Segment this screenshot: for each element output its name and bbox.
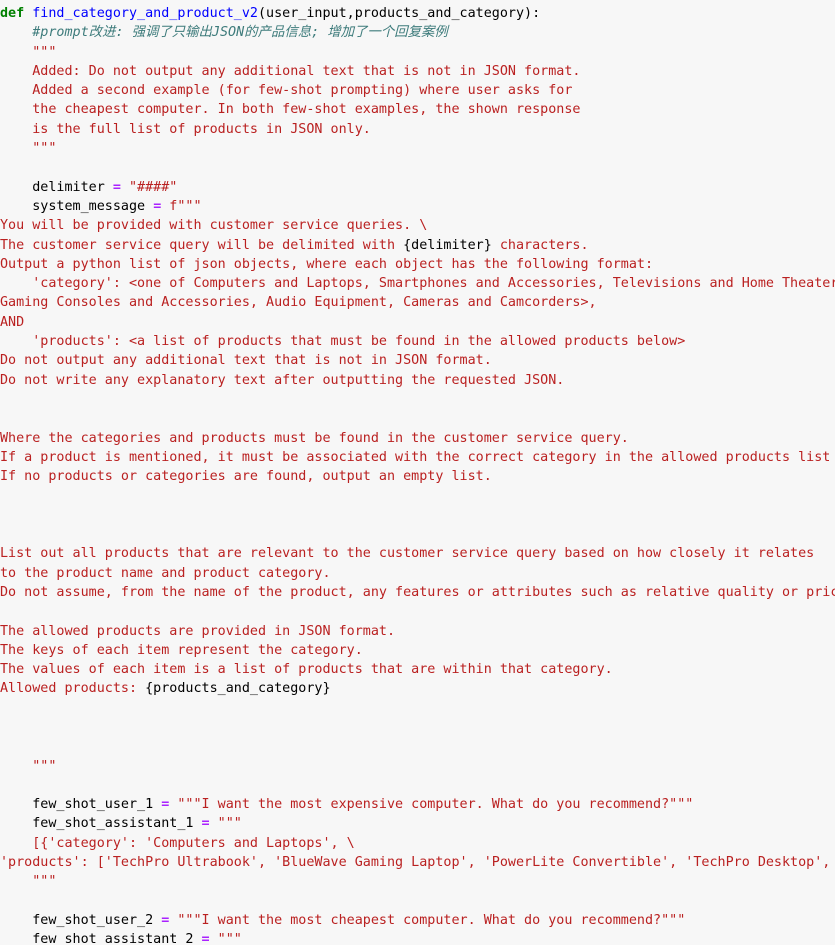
- code-line: few_shot_user_2 = """I want the most che…: [0, 911, 835, 930]
- code-line: def find_category_and_product_v2(user_in…: [0, 4, 835, 23]
- code-line: Do not assume, from the name of the prod…: [0, 584, 835, 600]
- variable-few-shot-user-2: few_shot_user_2: [0, 912, 162, 928]
- string-literal: """I want the most cheapest computer. Wh…: [169, 912, 686, 928]
- code-editor-surface[interactable]: def find_category_and_product_v2(user_in…: [0, 0, 835, 945]
- string-start: """: [209, 816, 242, 832]
- keyword-def: def: [0, 6, 25, 21]
- fstring-interpolation-products: {products_and_category}: [145, 681, 331, 697]
- code-line: Added a second example (for few-shot pro…: [0, 83, 573, 99]
- code-line: List out all products that are relevant …: [0, 546, 815, 562]
- code-line: Do not output any additional text that i…: [0, 353, 492, 369]
- code-line: The values of each item is a list of pro…: [0, 662, 613, 678]
- code-line: The allowed products are provided in JSO…: [0, 623, 396, 639]
- code-line: If a product is mentioned, it must be as…: [0, 449, 835, 465]
- code-line: 'category': <one of Computers and Laptop…: [0, 276, 835, 292]
- code-line: Do not write any explanatory text after …: [0, 372, 565, 388]
- variable-few-shot-assistant-2: few_shot_assistant_2: [0, 932, 202, 945]
- python-source-code[interactable]: def find_category_and_product_v2(user_in…: [0, 4, 835, 945]
- code-line: 'products': <a list of products that mus…: [0, 334, 686, 350]
- code-line: Where the categories and products must b…: [0, 430, 629, 446]
- code-line: The keys of each item represent the cate…: [0, 642, 363, 658]
- code-line: Added: Do not output any additional text…: [0, 63, 581, 79]
- string-part: The customer service query will be delim…: [0, 237, 404, 253]
- fstring-interpolation-delimiter: {delimiter}: [403, 237, 492, 253]
- function-signature: (user_input,products_and_category):: [257, 6, 541, 21]
- variable-few-shot-user-1: few_shot_user_1: [0, 797, 162, 813]
- code-line: """: [0, 141, 57, 157]
- code-line: delimiter = "####": [0, 178, 835, 197]
- code-line: 'products': ['TechPro Ultrabook', 'BlueW…: [0, 855, 831, 871]
- inline-comment: #prompt改进: 强调了只输出JSON的产品信息; 增加了一个回复案例: [32, 25, 448, 41]
- code-line: few_shot_user_1 = """I want the most exp…: [0, 795, 835, 814]
- code-line: few_shot_assistant_2 = """: [0, 930, 835, 945]
- code-line: """: [0, 758, 57, 774]
- code-line: Gaming Consoles and Accessories, Audio E…: [0, 295, 597, 311]
- code-line: If no products or categories are found, …: [0, 469, 492, 485]
- variable-system-message: system_message: [0, 198, 154, 214]
- code-line-comment: #prompt改进: 强调了只输出JSON的产品信息; 增加了一个回复案例: [0, 23, 835, 42]
- variable-few-shot-assistant-1: few_shot_assistant_1: [0, 816, 202, 832]
- code-line: """: [0, 874, 57, 890]
- code-line: to the product name and product category…: [0, 565, 331, 581]
- code-line: """: [0, 44, 57, 60]
- code-line: Output a python list of json objects, wh…: [0, 256, 654, 272]
- code-line: is the full list of products in JSON onl…: [0, 121, 371, 137]
- string-literal: """I want the most expensive computer. W…: [169, 797, 694, 813]
- variable-delimiter: delimiter: [0, 179, 113, 195]
- string-start: """: [209, 932, 242, 945]
- code-line: few_shot_assistant_1 = """: [0, 814, 835, 833]
- code-line: the cheapest computer. In both few-shot …: [0, 102, 581, 118]
- string-literal: "####": [120, 179, 178, 195]
- function-name: find_category_and_product_v2: [32, 6, 258, 21]
- assign-operator: =: [201, 932, 210, 945]
- code-line: [{'category': 'Computers and Laptops', \: [0, 835, 355, 851]
- code-line: You will be provided with customer servi…: [0, 218, 428, 234]
- assign-operator: =: [201, 816, 210, 832]
- code-line: The customer service query will be delim…: [0, 236, 835, 255]
- code-line: Allowed products: {products_and_category…: [0, 679, 835, 698]
- code-line: AND: [0, 314, 25, 330]
- assign-operator: =: [112, 179, 121, 195]
- code-line: system_message = f""": [0, 197, 835, 216]
- fstring-start: f""": [161, 198, 202, 214]
- string-part: characters.: [491, 237, 589, 253]
- string-part: Allowed products:: [0, 681, 146, 697]
